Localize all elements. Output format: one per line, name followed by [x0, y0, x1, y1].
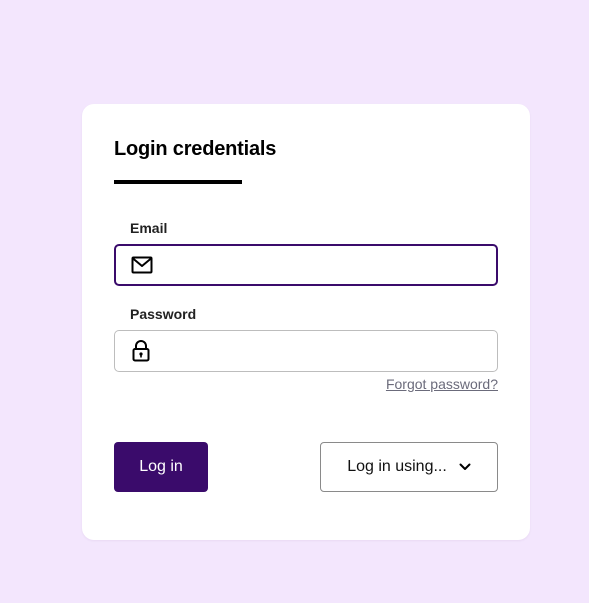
email-label: Email: [130, 220, 168, 236]
email-field[interactable]: [154, 246, 496, 284]
login-card: Login credentials Email Password Forgot …: [82, 104, 530, 540]
login-using-label: Log in using...: [347, 458, 447, 475]
password-label: Password: [130, 306, 197, 322]
email-field-wrapper[interactable]: [114, 244, 498, 286]
login-using-button[interactable]: Log in using...: [320, 442, 498, 492]
envelope-icon: [130, 253, 154, 277]
password-field-wrapper[interactable]: [114, 330, 498, 372]
chevron-down-icon: [459, 463, 471, 471]
title-underline: [114, 180, 242, 184]
page-title: Login credentials: [114, 138, 277, 160]
forgot-password-link[interactable]: Forgot password?: [386, 376, 498, 392]
password-field[interactable]: [153, 331, 497, 371]
login-button[interactable]: Log in: [114, 442, 208, 492]
lock-icon: [129, 339, 153, 363]
